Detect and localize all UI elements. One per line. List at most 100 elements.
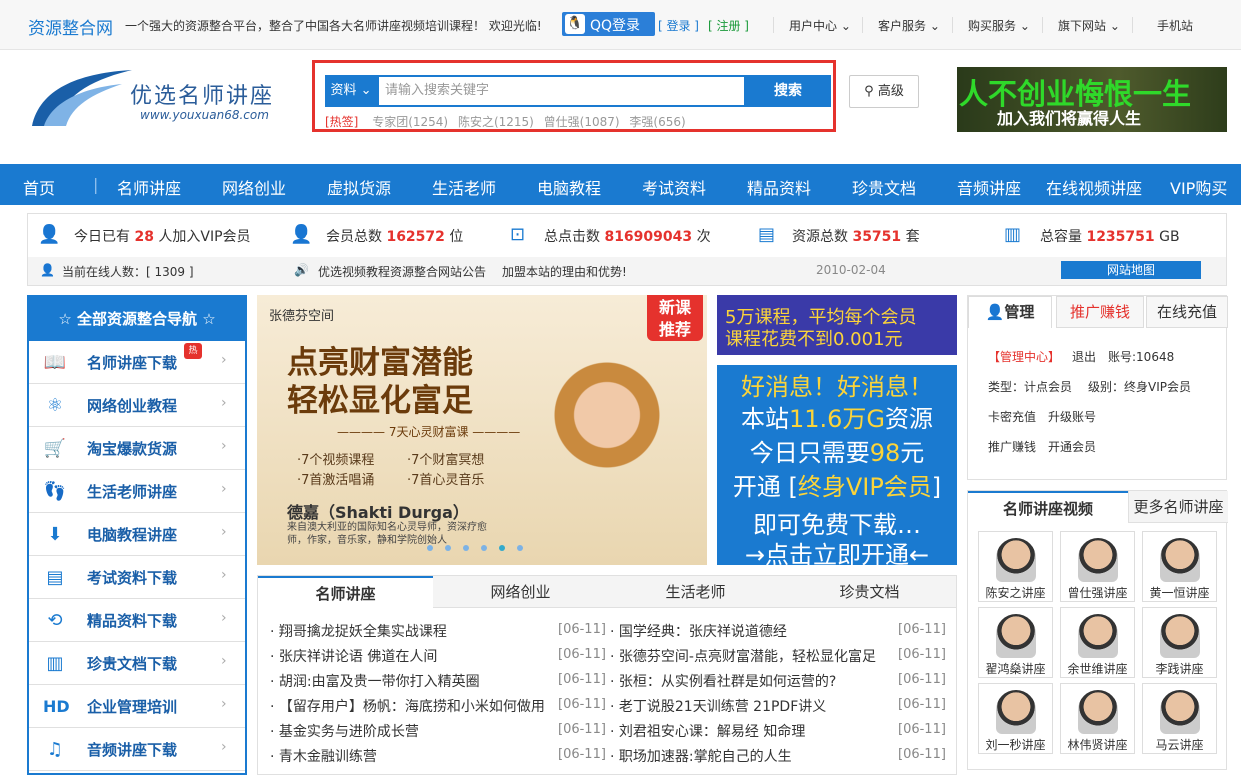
nav-exam-materials[interactable]: 考试资料	[642, 175, 706, 199]
vip-promo-banner[interactable]: 好消息！好消息！ 本站11.6万G资源 今日只需要98元 开通 [终身VIP会员…	[717, 365, 957, 569]
video-card[interactable]: 马云讲座	[1142, 683, 1217, 754]
news-tab-masters[interactable]: 名师讲座	[258, 576, 433, 608]
nav-computer-tutorials[interactable]: 电脑教程	[537, 175, 601, 199]
tab-recharge[interactable]: 在线充值	[1146, 296, 1228, 328]
slide-point: ·7个视频课程	[297, 453, 375, 468]
nav-precious-docs[interactable]: 珍贵文档	[852, 175, 916, 199]
search-input[interactable]: 请输入搜索关键字	[377, 75, 746, 107]
hero-carousel[interactable]: 张德芬空间 新课 推荐 点亮财富潜能 轻松显化富足 ———— 7天心灵财富课 ——…	[257, 295, 707, 565]
side-item-masters[interactable]: 📖 名师讲座下载热 ›	[29, 341, 245, 384]
site-name[interactable]: 资源整合网	[28, 14, 113, 39]
advanced-search-button[interactable]: ⚲ 高级	[849, 75, 919, 108]
search-button[interactable]: 搜索	[745, 75, 831, 107]
side-item-exam[interactable]: ▤ 考试资料下载 ›	[29, 556, 245, 599]
site-logo[interactable]: 优选名师讲座 www.youxuan68.com	[30, 68, 290, 130]
news-item[interactable]: · 胡润:由富及贵一带你打入精英圈	[270, 671, 480, 691]
news-tab-online-business[interactable]: 网络创业	[433, 576, 608, 608]
news-item[interactable]: · 青木金融训练营	[270, 746, 377, 766]
carousel-dot[interactable]	[481, 545, 487, 551]
hot-keyword[interactable]: 曾仕强(1087)	[544, 115, 620, 129]
tab-master-videos[interactable]: 名师讲座视频	[968, 491, 1128, 523]
upgrade-link[interactable]: 升级账号	[1048, 408, 1096, 425]
side-item-audio[interactable]: ♫ 音频讲座下载 ›	[29, 728, 245, 771]
slide-title-2: 轻松显化富足	[287, 383, 473, 419]
video-card[interactable]: 余世维讲座	[1060, 607, 1135, 678]
price-ad-banner[interactable]: 5万课程，平均每个会员 课程花费不到0.001元	[717, 295, 957, 355]
carousel-dot[interactable]	[427, 545, 433, 551]
video-card[interactable]: 刘一秒讲座	[978, 683, 1053, 754]
side-item-premium[interactable]: ⟲ 精品资料下载 ›	[29, 599, 245, 642]
notice-link[interactable]: 加盟本站的理由和优势!	[502, 263, 627, 280]
resources-icon: ▤	[758, 224, 776, 245]
carousel-dot[interactable]	[463, 545, 469, 551]
video-card[interactable]: 李践讲座	[1142, 607, 1217, 678]
news-item[interactable]: · 翔哥擒龙捉妖全集实战课程	[270, 621, 447, 641]
side-item-docs[interactable]: ▥ 珍贵文档下载 ›	[29, 642, 245, 685]
nav-premium-materials[interactable]: 精品资料	[747, 175, 811, 199]
search-category-select[interactable]: 资料 ⌄	[325, 75, 377, 107]
user-center-menu[interactable]: 用户中心 ⌄	[789, 17, 851, 34]
card-recharge-link[interactable]: 卡密充值	[988, 408, 1036, 425]
side-item-online-business[interactable]: ⚛ 网络创业教程 ›	[29, 384, 245, 427]
nav-life-teachers[interactable]: 生活老师	[432, 175, 496, 199]
site-map-button[interactable]: 网站地图	[1061, 261, 1201, 279]
user-icon: 👤	[985, 303, 1005, 321]
carousel-dot[interactable]	[445, 545, 451, 551]
carousel-dot-active[interactable]	[499, 545, 505, 551]
stat-capacity: 总容量 1235751 GB	[1040, 229, 1180, 245]
sister-sites-menu[interactable]: 旗下网站 ⌄	[1058, 17, 1120, 34]
news-item[interactable]: · 张德芬空间-点亮财富潜能，轻松显化富足	[610, 646, 896, 666]
side-item-life[interactable]: 👣 生活老师讲座 ›	[29, 470, 245, 513]
news-item[interactable]: · 刘君祖安心课：解易经 知命理	[610, 721, 805, 741]
hot-keyword[interactable]: 陈安之(1215)	[458, 115, 534, 129]
nav-home[interactable]: 首页	[23, 175, 55, 199]
video-card[interactable]: 陈安之讲座	[978, 531, 1053, 602]
video-card[interactable]: 翟鸿燊讲座	[978, 607, 1053, 678]
nav-online-video[interactable]: 在线视频讲座	[1046, 175, 1142, 199]
side-item-computer[interactable]: ⬇ 电脑教程讲座 ›	[29, 513, 245, 556]
purchase-service-menu[interactable]: 购买服务 ⌄	[968, 17, 1030, 34]
top-bar: 资源整合网 一个强大的资源整合平台，整合了中国各大名师讲座视频培训课程！ 欢迎光…	[0, 0, 1241, 50]
carousel-dot[interactable]	[517, 545, 523, 551]
news-item[interactable]: · 老丁说股21天训练营 21PDF讲义	[610, 696, 826, 716]
chevron-right-icon: ›	[221, 653, 227, 669]
logout-link[interactable]: 退出	[1072, 348, 1096, 365]
news-item[interactable]: · 基金实务与进阶成长营	[270, 721, 419, 741]
side-item-management[interactable]: HD 企业管理培训 ›	[29, 685, 245, 728]
manage-center-link[interactable]: 【管理中心】	[988, 348, 1060, 365]
hot-keyword[interactable]: 李强(656)	[629, 115, 685, 129]
news-tab-life[interactable]: 生活老师	[608, 576, 783, 608]
nav-audio-lectures[interactable]: 音频讲座	[957, 175, 1021, 199]
hot-keyword[interactable]: 专家团(1254)	[372, 115, 448, 129]
nav-masters[interactable]: 名师讲座	[117, 175, 181, 199]
news-item[interactable]: · 张庆祥讲论语 佛道在人间	[270, 646, 437, 666]
nav-vip-purchase[interactable]: VIP购买	[1170, 175, 1227, 199]
more-masters-link[interactable]: 更多名师讲座	[1128, 491, 1228, 523]
video-card[interactable]: 曾仕强讲座	[1060, 531, 1135, 602]
top-ad-banner[interactable]: 人不创业悔恨一生 加入我们将赢得人生	[957, 67, 1227, 132]
login-link[interactable]: [ 登录 ]	[658, 17, 699, 34]
side-item-taobao[interactable]: 🛒 淘宝爆款货源 ›	[29, 427, 245, 470]
news-item[interactable]: · 职场加速器:掌舵自己的人生	[610, 746, 792, 766]
slide-brand: 张德芬空间	[269, 309, 335, 324]
open-member-link[interactable]: 开通会员	[1048, 438, 1096, 455]
video-card[interactable]: 林伟贤讲座	[1060, 683, 1135, 754]
news-item[interactable]: · 【留存用户】杨帆：海底捞和小米如何做用	[270, 696, 556, 716]
news-item[interactable]: · 国学经典：张庆祥说道德经	[610, 621, 787, 641]
tab-promote[interactable]: 推广赚钱	[1056, 296, 1144, 328]
members-icon: 👤	[290, 224, 313, 245]
news-item[interactable]: · 张桓：从实例看社群是如何运营的?	[610, 671, 836, 691]
nav-online-business[interactable]: 网络创业	[222, 175, 286, 199]
video-card[interactable]: 黄一恒讲座	[1142, 531, 1217, 602]
account-id: 账号:10648	[1108, 350, 1175, 364]
customer-service-menu[interactable]: 客户服务 ⌄	[878, 17, 940, 34]
qq-login-button[interactable]: 🐧 QQ登录	[562, 12, 655, 36]
mobile-site-link[interactable]: 手机站	[1157, 17, 1193, 34]
tab-manage[interactable]: 👤管理	[968, 296, 1052, 328]
nav-virtual-goods[interactable]: 虚拟货源	[327, 175, 391, 199]
side-item-label: 音频讲座下载	[87, 741, 178, 759]
news-tab-docs[interactable]: 珍贵文档	[783, 576, 956, 608]
register-link[interactable]: [ 注册 ]	[708, 17, 749, 34]
news-date: [06-11]	[898, 747, 946, 762]
promote-link[interactable]: 推广赚钱	[988, 438, 1036, 455]
